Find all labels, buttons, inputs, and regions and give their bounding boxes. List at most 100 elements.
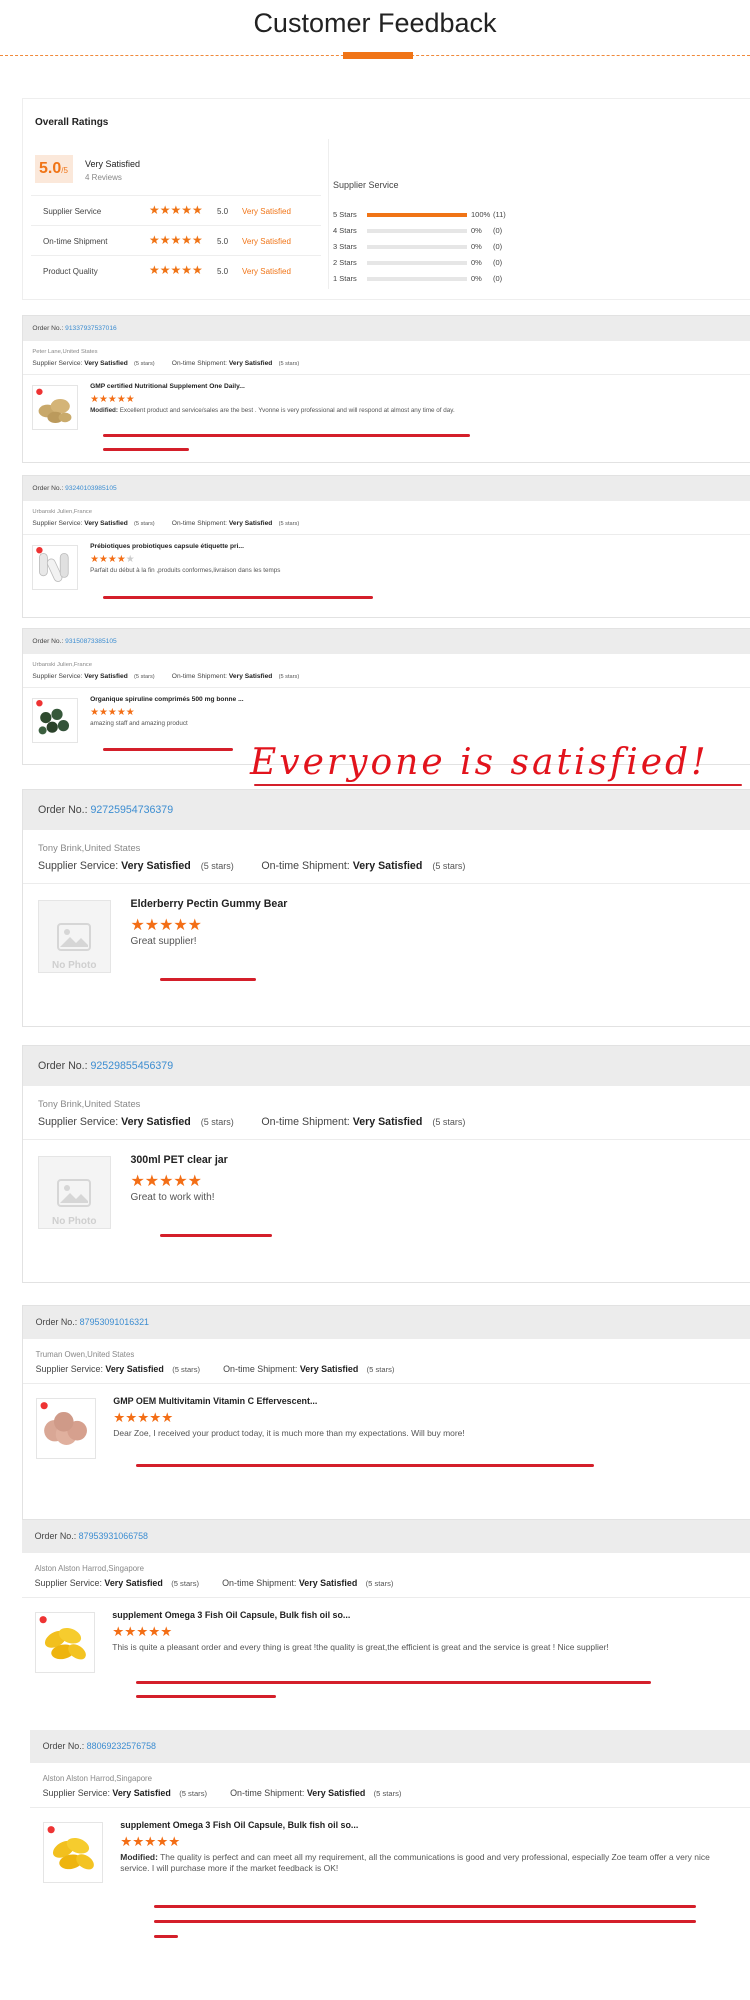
product-name-link[interactable]: Elderberry Pectin Gummy Bear <box>131 898 288 910</box>
comment-text: Excellent product and service/sales are … <box>118 407 455 415</box>
order-label: Order No.: <box>32 638 64 645</box>
supplier-service-stars: (5 stars) <box>179 1789 208 1799</box>
image-placeholder-icon <box>39 1179 110 1212</box>
star-icon: ★ <box>99 707 108 719</box>
product-thumbnail[interactable] <box>32 697 78 743</box>
product-thumbnail[interactable] <box>32 384 78 430</box>
order-label: Order No.: <box>34 1531 77 1541</box>
overall-ratings-panel: Overall Ratings 5.0/5 Very Satisfied 4 R… <box>22 98 750 300</box>
order-label: Order No.: <box>35 1317 78 1327</box>
star-count: (0) <box>493 226 503 235</box>
product-name-link[interactable]: GMP certified Nutritional Supplement One… <box>90 383 245 390</box>
no-photo-placeholder[interactable]: No Photo <box>38 900 111 973</box>
buyer-name: Alston Alston Harrod,Singapore <box>34 1563 145 1573</box>
product-thumbnail[interactable] <box>34 1611 96 1673</box>
product-thumbnail[interactable] <box>35 1397 97 1459</box>
review-card: Order No.: 92529855456379 Tony Brink,Unit… <box>22 1045 750 1283</box>
order-number-link[interactable]: 92529855456379 <box>90 1060 173 1072</box>
star-icon: ★ <box>148 1624 161 1640</box>
product-thumbnail[interactable] <box>32 544 78 590</box>
image-placeholder-icon <box>39 923 110 956</box>
overall-satisfaction-label: Very Satisfied <box>85 159 141 169</box>
product-name-link[interactable]: 300ml PET clear jar <box>131 1154 228 1166</box>
star-icon: ★ <box>124 1624 137 1640</box>
ontime-shipment-value: Very Satisfied <box>352 860 423 872</box>
comment-underline <box>103 434 470 437</box>
product-name-link[interactable]: supplement Omega 3 Fish Oil Capsule, Bul… <box>120 1820 358 1830</box>
star-icon: ★ <box>144 1173 160 1190</box>
star-icon: ★ <box>125 394 135 406</box>
star-percent: 0% <box>471 242 482 251</box>
order-label: Order No.: <box>38 1060 88 1072</box>
review-count: 4 Reviews <box>85 173 122 182</box>
overall-score-value: 5.0 <box>39 160 62 177</box>
rating-category-stars: ★★★★★ <box>149 263 203 277</box>
card-divider <box>23 373 750 375</box>
review-card: Order No.: 88069232576758 Alston Alston H… <box>30 1730 750 1992</box>
order-number-link[interactable]: 91337937537016 <box>65 325 117 332</box>
comment-underline <box>136 1681 651 1684</box>
product-image <box>33 546 76 589</box>
star-distribution-row: 4 Stars 0% (0) <box>333 223 533 239</box>
order-number-link[interactable]: 93150873385105 <box>65 638 117 645</box>
review-card: Order No.: 87953091016321 Truman Owen,Uni… <box>22 1305 750 1520</box>
comment-text: This is quite a pleasant order and every… <box>112 1642 609 1653</box>
product-name-link[interactable]: supplement Omega 3 Fish Oil Capsule, Bul… <box>112 1610 350 1620</box>
ontime-shipment-stars: (5 stars) <box>278 673 300 680</box>
supplier-service-label: Supplier Service: <box>32 672 83 680</box>
star-icon: ★ <box>173 1173 188 1190</box>
comment-underline <box>154 1905 696 1908</box>
order-number-link[interactable]: 87953931066758 <box>79 1531 148 1541</box>
review-comment: Modified: The quality is perfect and can… <box>120 1852 730 1873</box>
supplier-service-value: Very Satisfied <box>121 860 191 872</box>
ontime-shipment-value: Very Satisfied <box>352 1116 423 1128</box>
supplier-service-label: Supplier Service: <box>42 1788 110 1799</box>
star-level-label: 5 Stars <box>333 210 357 219</box>
no-photo-label: No Photo <box>52 960 97 971</box>
order-label: Order No.: <box>32 325 64 332</box>
ontime-shipment-stars: (5 stars) <box>432 1117 466 1127</box>
product-image <box>36 1613 95 1672</box>
review-card: Order No.: 87953931066758 Alston Alston H… <box>22 1520 750 1730</box>
comment-underline <box>136 1464 594 1467</box>
star-icon: ★ <box>107 394 117 406</box>
order-number-link[interactable]: 87953091016321 <box>80 1317 149 1327</box>
product-name-link[interactable]: GMP OEM Multivitamin Vitamin C Effervesc… <box>113 1396 317 1406</box>
review-stars: ★★★★★ <box>113 1410 173 1426</box>
star-icon: ★ <box>173 917 188 934</box>
order-header: Order No.: 93240103985105 <box>23 476 750 501</box>
ontime-shipment-stars: (5 stars) <box>365 1579 394 1589</box>
order-number-link[interactable]: 88069232576758 <box>87 1741 156 1751</box>
ontime-shipment-value: Very Satisfied <box>228 672 273 680</box>
buyer-name: Tony Brink,United States <box>38 842 141 853</box>
no-photo-placeholder[interactable]: No Photo <box>38 1156 111 1229</box>
order-number-link[interactable]: 93240103985105 <box>65 485 117 492</box>
ontime-shipment-stars: (5 stars) <box>278 520 300 527</box>
star-bar-track <box>367 245 467 249</box>
ontime-shipment-stars: (5 stars) <box>366 1365 395 1375</box>
ontime-shipment-stars: (5 stars) <box>373 1789 402 1799</box>
product-name-link[interactable]: Organique spiruline comprimés 500 mg bon… <box>90 696 244 703</box>
star-icon: ★ <box>99 394 108 406</box>
overlay-underline <box>254 784 742 786</box>
star-icon: ★ <box>144 1834 157 1850</box>
ontime-shipment-label: On-time Shipment: <box>171 672 228 680</box>
ontime-shipment-label: On-time Shipment: <box>171 359 228 367</box>
supplier-service-value: Very Satisfied <box>84 519 128 527</box>
rating-category-label: Very Satisfied <box>242 207 291 216</box>
comment-underline <box>154 1935 178 1938</box>
product-name-link[interactable]: Prébiotiques probiotiques capsule étique… <box>90 543 244 550</box>
star-count: (0) <box>493 274 503 283</box>
product-thumbnail[interactable] <box>42 1821 104 1883</box>
overlay-annotation: Everyone is satisfied! <box>250 742 709 783</box>
supplier-service-stars: (5 stars) <box>134 673 155 680</box>
star-icon: ★ <box>125 554 135 566</box>
order-number-link[interactable]: 92725954736379 <box>90 804 173 816</box>
ontime-shipment-label: On-time Shipment: <box>230 1788 305 1799</box>
star-icon: ★ <box>136 1624 149 1640</box>
comment-underline <box>160 1234 272 1237</box>
supplier-service-label: Supplier Service: <box>38 860 119 872</box>
card-divider <box>22 1597 750 1599</box>
page-title: Customer Feedback <box>253 8 497 38</box>
overall-ratings-title: Overall Ratings <box>35 117 109 128</box>
